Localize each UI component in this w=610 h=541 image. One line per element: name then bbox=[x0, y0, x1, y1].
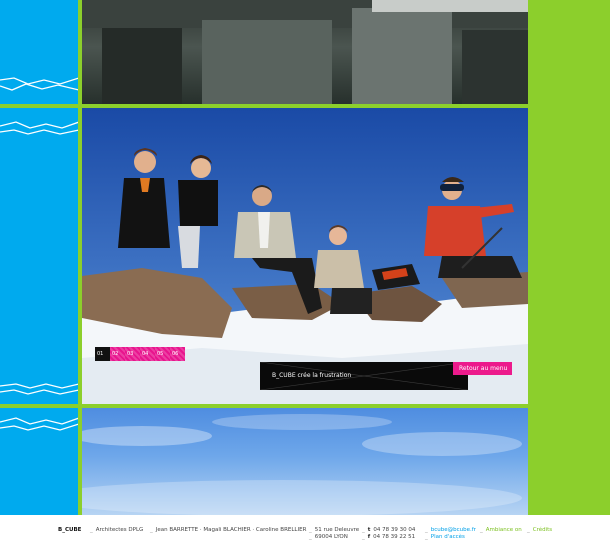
footer-subtitle-text: Architectes DPLG bbox=[95, 527, 144, 533]
fax-icon: f bbox=[367, 534, 371, 540]
wave-decor bbox=[0, 77, 79, 91]
photo-panel-bottom bbox=[82, 408, 528, 515]
caption-box: B_CUBE crée la frustration bbox=[260, 362, 468, 390]
pager-page-2[interactable]: 02 bbox=[110, 347, 125, 361]
footer-address-line1: 51 rue Deleuvre bbox=[314, 527, 360, 533]
footer-names: _ Jean BARRETTE · Magali BLACHIER · Carol… bbox=[150, 527, 307, 533]
footer-brand: B_CUBE bbox=[58, 527, 82, 533]
footer-fax-number: 04 78 39 22 51 bbox=[373, 534, 416, 540]
footer-address-line2: 69004 LYON bbox=[314, 534, 348, 540]
pager-page-1[interactable]: 01 bbox=[95, 347, 110, 361]
sky-clouds bbox=[82, 414, 522, 515]
footer-names-text: Jean BARRETTE · Magali BLACHIER · Caroli… bbox=[155, 527, 307, 533]
footer-email: _ bcube@bcube.fr bbox=[425, 527, 476, 533]
ambiance-toggle-link[interactable]: Ambiance on bbox=[486, 527, 522, 533]
pager-page-5[interactable]: 05 bbox=[155, 347, 170, 361]
right-decor-strip bbox=[528, 0, 610, 515]
photo-panel-top bbox=[82, 0, 528, 104]
wave-decor bbox=[0, 417, 79, 431]
caption-text: B_CUBE crée la frustration bbox=[272, 372, 352, 379]
email-link[interactable]: bcube@bcube.fr bbox=[431, 527, 476, 533]
credits-link[interactable]: Crédits bbox=[533, 527, 552, 533]
footer-phone-number: 04 78 39 30 04 bbox=[373, 527, 416, 533]
footer-map: _ Plan d'accès bbox=[425, 534, 465, 540]
footer-address-1: _ 51 rue Deleuvre bbox=[309, 527, 360, 533]
pager-page-6[interactable]: 06 bbox=[170, 347, 185, 361]
pager-page-4[interactable]: 04 bbox=[140, 347, 155, 361]
pager-page-3[interactable]: 03 bbox=[125, 347, 140, 361]
wave-decor bbox=[0, 121, 79, 135]
footer-credits: _ Crédits bbox=[527, 527, 553, 533]
footer-subtitle: _ Architectes DPLG bbox=[90, 527, 144, 533]
footer-ambiance: _ Ambiance on bbox=[480, 527, 522, 533]
footer-address-2: _ 69004 LYON bbox=[309, 534, 348, 540]
footer-fax: _ f 04 78 39 22 51 bbox=[362, 534, 416, 540]
wave-decor bbox=[0, 383, 79, 395]
map-link[interactable]: Plan d'accès bbox=[431, 534, 465, 540]
footer: B_CUBE _ Architectes DPLG _ Jean BARRETTE … bbox=[0, 515, 610, 541]
slide-pager: 01 02 03 04 05 06 bbox=[95, 347, 185, 361]
phone-icon: t bbox=[367, 527, 371, 533]
left-decor-strip bbox=[0, 0, 79, 515]
footer-phone: _ t 04 78 39 30 04 bbox=[362, 527, 416, 533]
back-to-menu-button[interactable]: Retour au menu bbox=[453, 362, 512, 375]
